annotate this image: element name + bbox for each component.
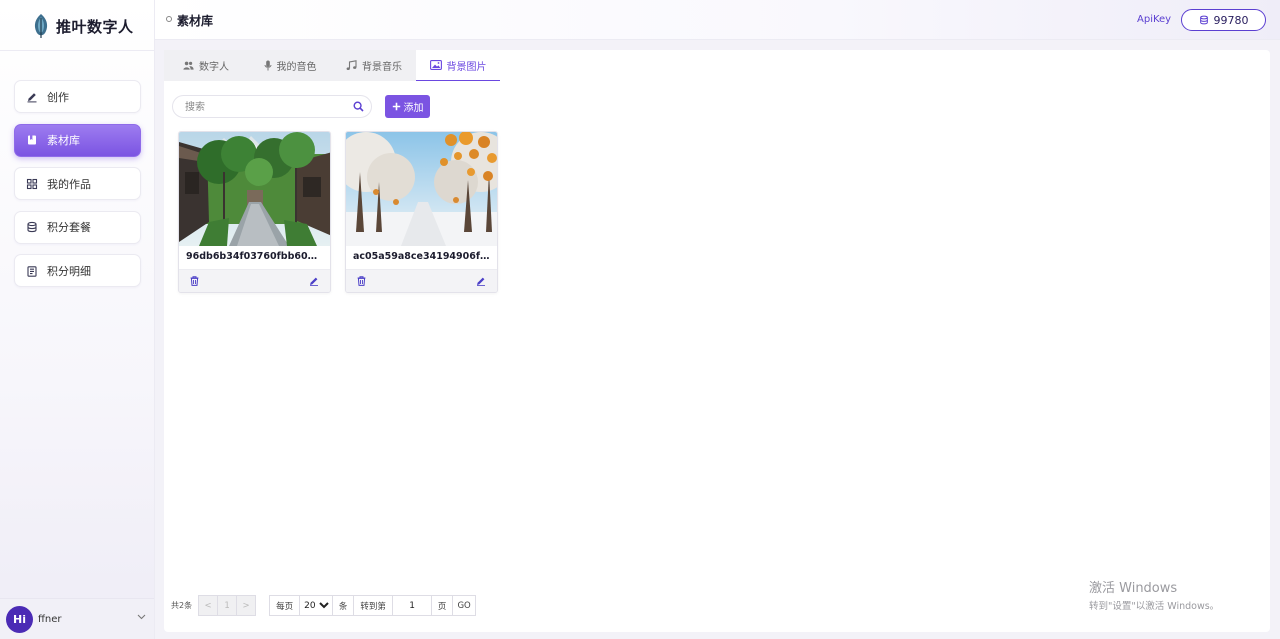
page-unit: 页 bbox=[431, 595, 454, 616]
tab-bar: 数字人 我的音色 背景音乐 背景图片 bbox=[164, 50, 500, 81]
prev-page-button[interactable]: < bbox=[198, 595, 219, 616]
logo[interactable]: 推叶数字人 bbox=[32, 12, 134, 40]
pagination-total: 共2条 bbox=[171, 601, 193, 610]
sidebar-nav: 创作 素材库 我的作品 积分套餐 积分明细 bbox=[14, 80, 141, 298]
tab-digital-human[interactable]: 数字人 bbox=[164, 50, 248, 81]
sidebar: 推叶数字人 创作 素材库 我的作品 积分套餐 积分明细 Hi ffner bbox=[0, 0, 155, 639]
sidebar-item-label: 积分明细 bbox=[47, 264, 91, 278]
tab-label: 背景图片 bbox=[446, 61, 487, 73]
user-menu[interactable]: Hi ffner bbox=[0, 598, 154, 639]
tab-bg-music[interactable]: 背景音乐 bbox=[332, 50, 416, 81]
page-number[interactable]: 1 bbox=[217, 595, 238, 616]
image-card[interactable]: 96db6b34f03760fbb60049ff… bbox=[178, 131, 331, 293]
sidebar-item-label: 素材库 bbox=[47, 134, 80, 147]
goto-page-input[interactable] bbox=[392, 595, 433, 616]
next-page-button[interactable]: > bbox=[236, 595, 257, 616]
people-icon bbox=[183, 61, 194, 70]
search-icon[interactable] bbox=[353, 101, 364, 112]
leaf-logo-icon bbox=[34, 14, 48, 38]
watermark-subtitle: 转到"设置"以激活 Windows。 bbox=[1089, 601, 1220, 612]
tab-my-voice[interactable]: 我的音色 bbox=[248, 50, 332, 81]
tab-bg-image[interactable]: 背景图片 bbox=[416, 50, 500, 81]
image-name: ac05a59a8ce34194906f749f… bbox=[353, 251, 497, 262]
image-card[interactable]: ac05a59a8ce34194906f749f… bbox=[345, 131, 498, 293]
search-input[interactable] bbox=[185, 100, 345, 114]
avatar: Hi bbox=[6, 605, 33, 633]
top-header: 素材库 ApiKey 99780 bbox=[155, 0, 1280, 40]
main-panel: 数字人 我的音色 背景音乐 背景图片 添加 bbox=[164, 50, 1270, 632]
edit-icon[interactable] bbox=[476, 276, 486, 286]
windows-watermark: 激活 Windows 转到"设置"以激活 Windows。 bbox=[1089, 577, 1219, 612]
page-title: 素材库 bbox=[177, 14, 214, 28]
sidebar-item-my-works[interactable]: 我的作品 bbox=[14, 167, 141, 200]
credits-value: 99780 bbox=[1213, 13, 1249, 27]
sidebar-item-label: 我的作品 bbox=[47, 177, 91, 191]
sidebar-item-library[interactable]: 素材库 bbox=[14, 123, 141, 157]
database-icon bbox=[26, 221, 38, 233]
tab-label: 我的音色 bbox=[276, 62, 317, 73]
card-actions bbox=[179, 269, 330, 292]
pagination: 共2条 < 1 > 每页 20 条 转到第 页 GO bbox=[171, 595, 477, 616]
trash-icon[interactable] bbox=[190, 276, 199, 286]
divider bbox=[0, 50, 154, 51]
pen-icon bbox=[26, 91, 38, 103]
edit-icon[interactable] bbox=[309, 276, 319, 286]
tab-label: 数字人 bbox=[199, 62, 229, 73]
sidebar-item-label: 创作 bbox=[47, 90, 69, 104]
add-button-label: 添加 bbox=[403, 103, 424, 114]
grid-icon bbox=[26, 178, 38, 190]
image-icon bbox=[429, 60, 442, 70]
chevron-down-icon[interactable] bbox=[137, 614, 146, 620]
sidebar-item-points-plan[interactable]: 积分套餐 bbox=[14, 210, 141, 244]
thumbnail-snowy-trees[interactable] bbox=[346, 132, 498, 246]
per-page-unit: 条 bbox=[332, 595, 355, 616]
image-name: 96db6b34f03760fbb60049ff… bbox=[186, 251, 330, 262]
sidebar-item-label: 积分套餐 bbox=[47, 221, 91, 234]
book-icon bbox=[26, 134, 38, 146]
plus-icon bbox=[392, 102, 400, 111]
credits-button[interactable]: 99780 bbox=[1181, 9, 1266, 31]
watermark-title: 激活 Windows bbox=[1089, 581, 1178, 596]
add-button[interactable]: 添加 bbox=[385, 95, 430, 118]
goto-label: 转到第 bbox=[353, 595, 394, 616]
image-grid: 96db6b34f03760fbb60049ff… ac05a59a8ce341… bbox=[178, 131, 498, 293]
per-page-select[interactable]: 20 bbox=[299, 595, 334, 616]
apikey-link[interactable]: ApiKey bbox=[1137, 14, 1171, 25]
sidebar-item-points-detail[interactable]: 积分明细 bbox=[14, 254, 141, 287]
go-button[interactable]: GO bbox=[452, 595, 477, 616]
database-icon bbox=[1199, 15, 1208, 25]
tab-label: 背景音乐 bbox=[362, 62, 402, 73]
music-note-icon bbox=[346, 60, 357, 70]
sidebar-item-create[interactable]: 创作 bbox=[14, 80, 141, 113]
trash-icon[interactable] bbox=[357, 276, 366, 286]
search-box bbox=[172, 95, 372, 118]
logo-text: 推叶数字人 bbox=[56, 17, 134, 36]
card-actions bbox=[346, 269, 497, 292]
per-page-label: 每页 bbox=[269, 595, 301, 616]
microphone-icon bbox=[264, 60, 271, 71]
bullet-icon bbox=[166, 16, 172, 22]
thumbnail-anime-street[interactable] bbox=[179, 132, 331, 246]
clipboard-icon bbox=[26, 265, 38, 277]
user-name: ffner bbox=[38, 613, 62, 625]
